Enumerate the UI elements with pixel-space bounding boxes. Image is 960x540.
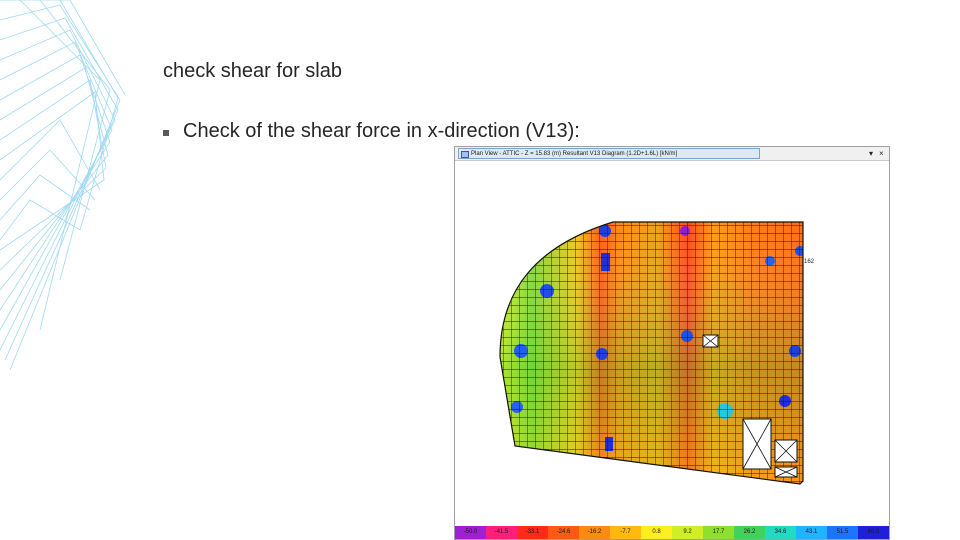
legend-segment: -50.0 [455,526,486,539]
window-titlebar: Plan View - ATTIC - Z = 15.83 (m) Result… [455,147,889,161]
shear-contour-plot[interactable]: 162 [455,161,889,527]
bullet-item: Check of the shear force in x-direction … [163,120,580,143]
wireframe-decoration [0,0,126,371]
legend-segment: 43.1 [796,526,827,539]
legend-segment: -7.7 [610,526,641,539]
legend-segment: 26.2 [734,526,765,539]
legend-segment: 51.5 [827,526,858,539]
legend-segment: 9.2 [672,526,703,539]
slide-title: check shear for slab [163,60,342,82]
close-icon[interactable]: × [879,147,884,160]
legend-segment: 0.8 [641,526,672,539]
color-legend-bar: -50.0 -41.5 -33.1 -24.6 -16.2 -7.7 0.8 9.2 17.7 2… [455,526,889,539]
legend-segment: 60.0 [858,526,889,539]
bullet-square-icon [163,129,169,136]
plan-view-window[interactable]: Plan View - ATTIC - Z = 15.83 (m) Result… [454,146,890,540]
legend-segment: 34.6 [765,526,796,539]
legend-segment: -16.2 [579,526,610,539]
window-tab[interactable]: Plan View - ATTIC - Z = 15.83 (m) Result… [458,148,760,159]
legend-segment: -41.5 [486,526,517,539]
grid-label: 162 [804,259,815,265]
legend-segment: 17.7 [703,526,734,539]
bullet-text: Check of the shear force in x-direction … [183,120,580,142]
window-title: Plan View - ATTIC - Z = 15.83 (m) Result… [471,151,678,157]
plan-view-icon [461,151,469,158]
legend-segment: -33.1 [517,526,548,539]
dropdown-icon[interactable]: ▾ [869,147,873,160]
legend-segment: -24.6 [548,526,579,539]
